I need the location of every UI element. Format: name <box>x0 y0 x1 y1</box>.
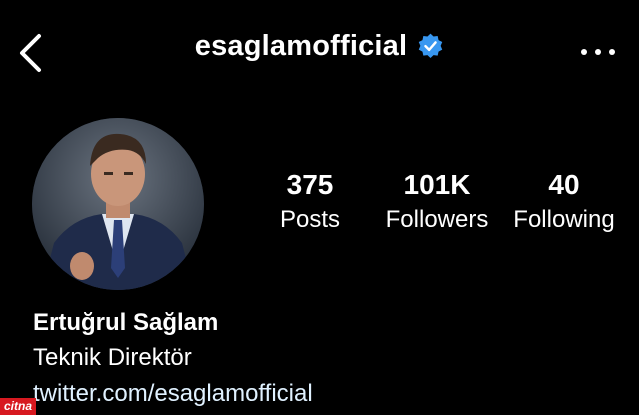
posts-count: 375 <box>286 169 334 200</box>
following-count: 40 <box>548 169 580 200</box>
followers-stat[interactable]: 101K Followers <box>375 168 499 238</box>
posts-stat[interactable]: 375 Posts <box>248 168 372 238</box>
following-label: Following <box>513 206 615 233</box>
username: esaglamofficial <box>194 30 408 62</box>
profile-bio: Ertuğrul Sağlam Teknik Direktör twitter.… <box>33 306 313 412</box>
followers-count: 101K <box>403 169 471 200</box>
profile-avatar[interactable] <box>32 118 204 290</box>
more-options-button[interactable] <box>581 38 615 66</box>
followers-label: Followers <box>385 206 489 233</box>
bio-link[interactable]: twitter.com/esaglamofficial <box>33 376 313 412</box>
watermark-logo: citna <box>0 398 37 415</box>
verified-badge-icon <box>417 33 444 60</box>
posts-label: Posts <box>279 206 341 233</box>
display-name: Ertuğrul Sağlam <box>33 309 219 336</box>
more-horizontal-icon <box>581 49 587 55</box>
following-stat[interactable]: 40 Following <box>502 168 626 238</box>
username-header: esaglamofficial <box>0 30 639 63</box>
top-bar: esaglamofficial <box>0 0 639 105</box>
profile-stats: 375 Posts 101K Followers 40 Following <box>260 168 630 248</box>
bio-title: Teknik Direktör <box>33 344 192 371</box>
avatar-photo <box>32 118 204 290</box>
